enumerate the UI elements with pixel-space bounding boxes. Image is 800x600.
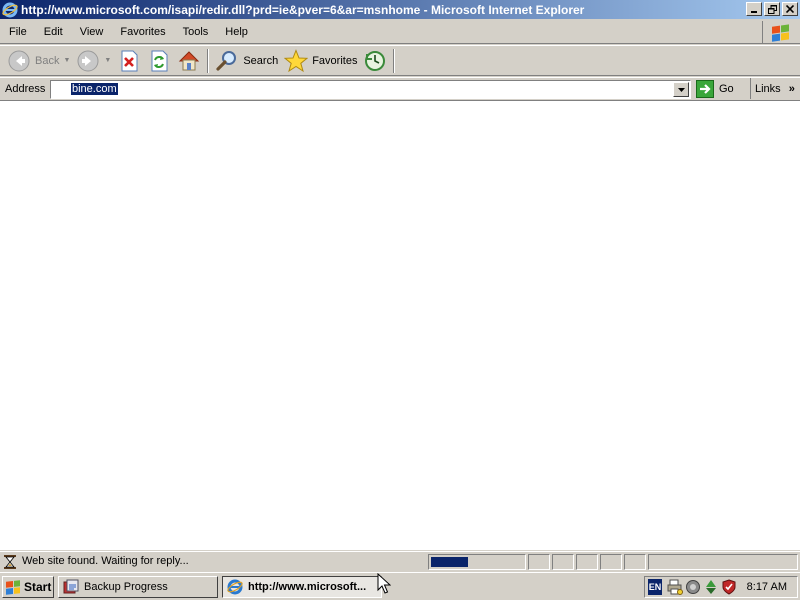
status-pane [600, 554, 622, 570]
menu-help[interactable]: Help [217, 26, 256, 38]
taskbar-button-backup-progress[interactable]: Backup Progress [58, 576, 218, 598]
history-icon [365, 50, 386, 71]
home-icon [179, 50, 200, 70]
address-field[interactable]: bine.com [50, 80, 691, 99]
start-label: Start [24, 580, 52, 594]
status-pane [552, 554, 574, 570]
favorites-star-icon [284, 48, 309, 72]
links-toolbar[interactable]: Links » [750, 78, 800, 99]
caption-buttons [746, 2, 798, 16]
progress-fill [431, 557, 468, 567]
status-pane [624, 554, 646, 570]
menu-favorites[interactable]: Favorites [112, 26, 173, 38]
recycle-icon[interactable] [703, 579, 719, 595]
stop-icon [121, 50, 138, 71]
toolbar-separator-end [393, 48, 396, 73]
refresh-icon [151, 50, 168, 71]
menu-bar: File Edit View Favorites Tools Help [0, 20, 800, 44]
refresh-button[interactable] [144, 47, 174, 74]
clock[interactable]: 8:17 AM [747, 581, 787, 593]
address-input[interactable]: bine.com [71, 83, 118, 95]
search-icon [216, 50, 237, 71]
security-zone-pane [648, 554, 798, 570]
windows-throbber [762, 21, 798, 43]
mouse-cursor-icon [377, 573, 391, 594]
taskbar-label: http://www.microsoft... [248, 581, 367, 593]
menu-tools[interactable]: Tools [175, 26, 217, 38]
toolbar-separator [207, 48, 210, 73]
back-dropdown-icon[interactable]: ▼ [63, 57, 70, 64]
hourglass-icon [4, 555, 16, 569]
status-pane [528, 554, 550, 570]
shield-icon[interactable] [721, 579, 737, 595]
taskbar: Start Backup Progress http://www.microso… [0, 572, 800, 600]
menu-edit[interactable]: Edit [36, 26, 71, 38]
close-button[interactable] [782, 2, 798, 16]
start-button[interactable]: Start [2, 576, 54, 598]
title-bar[interactable]: http://www.microsoft.com/isapi/redir.dll… [0, 0, 800, 19]
status-bar: Web site found. Waiting for reply... [0, 551, 800, 571]
go-label: Go [719, 83, 734, 95]
status-pane [576, 554, 598, 570]
ie-icon [227, 579, 243, 595]
back-label: Back [35, 54, 60, 67]
links-chevron-icon[interactable]: » [789, 83, 795, 95]
taskbar-button-internet-explorer[interactable]: http://www.microsoft... [222, 576, 382, 598]
address-dropdown-button[interactable] [673, 82, 689, 97]
favorites-button[interactable]: Favorites [281, 47, 360, 74]
backup-icon [63, 579, 79, 594]
go-button[interactable]: Go [696, 80, 734, 98]
window-title: http://www.microsoft.com/isapi/redir.dll… [21, 2, 585, 17]
browser-window: http://www.microsoft.com/isapi/redir.dll… [0, 0, 800, 572]
windows-flag-icon [771, 24, 789, 42]
status-text: Web site found. Waiting for reply... [22, 555, 189, 567]
address-bar: Address bine.com Go Links » [0, 77, 800, 99]
address-label: Address [5, 82, 46, 95]
page-content-area[interactable] [0, 100, 800, 550]
standard-toolbar: Back ▼ ▼ Search Favorites [0, 45, 800, 76]
close-icon [786, 5, 794, 13]
minimize-icon [751, 11, 757, 13]
printer-icon[interactable] [667, 579, 683, 595]
ie-icon [2, 2, 18, 17]
network-icon[interactable] [685, 579, 701, 595]
chevron-down-icon [677, 87, 685, 92]
favorites-label: Favorites [312, 54, 358, 67]
menu-view[interactable]: View [72, 26, 112, 38]
go-arrow-icon [696, 80, 714, 98]
address-value: bine.com [71, 83, 118, 95]
stop-button[interactable] [114, 47, 144, 74]
search-button[interactable]: Search [212, 47, 281, 74]
history-button[interactable] [360, 47, 390, 74]
menu-file[interactable]: File [1, 26, 35, 38]
forward-dropdown-icon[interactable]: ▼ [104, 57, 111, 64]
minimize-button[interactable] [746, 2, 762, 16]
search-label: Search [243, 54, 279, 67]
forward-arrow-icon [77, 50, 99, 71]
restore-icon [767, 4, 777, 14]
progress-bar [428, 554, 526, 570]
system-tray: EN 8:17 AM [644, 576, 798, 598]
language-indicator[interactable]: EN [648, 579, 662, 595]
taskbar-label: Backup Progress [84, 581, 168, 593]
windows-flag-icon [6, 579, 20, 595]
restore-button[interactable] [764, 2, 780, 16]
home-button[interactable] [174, 47, 204, 74]
back-arrow-icon [8, 50, 30, 71]
back-button[interactable]: Back ▼ [4, 47, 73, 74]
forward-button[interactable]: ▼ [73, 47, 114, 74]
links-label: Links [755, 82, 781, 95]
